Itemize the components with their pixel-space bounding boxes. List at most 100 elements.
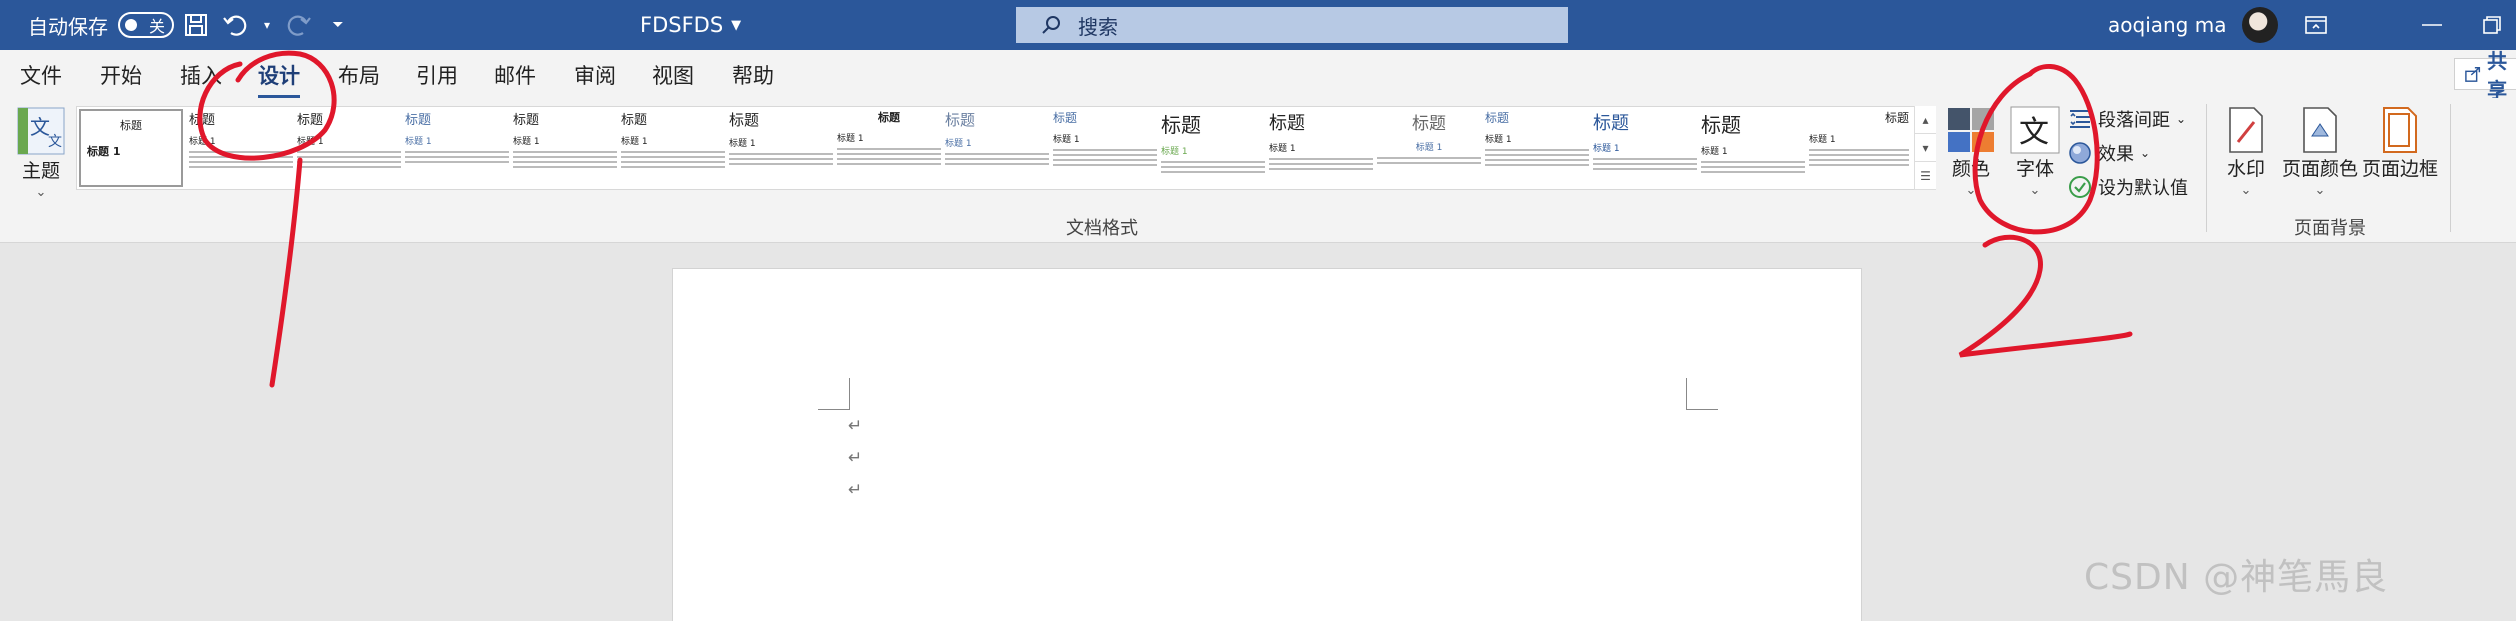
style-heading: 标题 1 [1485, 135, 1512, 145]
style-set-item[interactable]: 标题 标题 1 [837, 109, 941, 187]
style-title: 标题 [1161, 113, 1201, 137]
page-borders-button[interactable]: 页面边框 [2362, 106, 2438, 181]
chevron-down-icon: ⌄ [2240, 183, 2252, 198]
gallery-more-icon[interactable]: ☰ [1915, 162, 1936, 190]
style-title: 标题 [729, 111, 760, 129]
tab-file[interactable]: 文件 [20, 60, 62, 90]
quick-access-toolbar: ▾ ⏷ [176, 0, 358, 50]
style-heading: 标题 1 [1809, 135, 1836, 145]
paragraph-mark: ↵ [848, 448, 863, 468]
style-title: 标题 [297, 113, 324, 128]
tab-help[interactable]: 帮助 [732, 60, 774, 90]
style-set-item[interactable]: 标题标题 1 [1809, 109, 1909, 187]
watermark-icon [2229, 107, 2263, 153]
tab-insert[interactable]: 插入 [180, 60, 222, 90]
style-title: 标题 [1884, 111, 1909, 125]
customize-toolbar-icon[interactable]: ⏷ [318, 5, 358, 45]
tab-home[interactable]: 开始 [100, 60, 142, 90]
document-title[interactable]: FDSFDS ▼ [640, 0, 741, 50]
tab-mailings[interactable]: 邮件 [494, 60, 536, 90]
style-set-item[interactable]: 标题标题 1 [729, 109, 833, 187]
style-set-item[interactable]: 标题标题 1 [1269, 109, 1373, 187]
style-title: 标题 [1485, 111, 1510, 125]
avatar[interactable] [2242, 7, 2279, 43]
minimize-icon[interactable] [2402, 0, 2462, 50]
restore-icon[interactable] [2462, 0, 2516, 50]
margin-corner-top-right [1686, 378, 1718, 410]
style-heading: 标题 1 [1269, 144, 1296, 154]
style-heading: 标题 1 [945, 139, 972, 149]
themes-button[interactable]: 文 文 主题 ⌄ [16, 106, 66, 200]
tab-view[interactable]: 视图 [652, 60, 694, 90]
style-set-item[interactable]: 标题 标题 1 [1593, 109, 1697, 187]
group-separator [2450, 104, 2451, 232]
style-title: 标题 [189, 113, 216, 128]
style-title: 标题 [405, 113, 432, 128]
style-heading: 标题 1 [405, 137, 432, 147]
set-as-default-button[interactable]: 设为默认值 [2068, 174, 2188, 200]
autosave-control[interactable]: 自动保存 关 [28, 0, 174, 50]
share-button[interactable]: 共享 [2454, 49, 2516, 102]
style-set-item[interactable]: 标题 标题 1 [79, 109, 183, 187]
style-set-item[interactable]: 标题 标题 1 [1053, 109, 1157, 187]
ribbon-design: 文 文 主题 ⌄ 标题 标题 1 标题标题 1 标题标题 1 标题标题 1 标题… [0, 98, 2516, 243]
user-account[interactable]: aoqiang ma [2108, 0, 2279, 50]
fonts-icon: 文 [2010, 106, 2060, 154]
tab-review[interactable]: 审阅 [574, 60, 616, 90]
color-palette-icon [1948, 108, 1994, 152]
chevron-down-icon: ▼ [731, 17, 742, 33]
chevron-down-icon: ⌄ [2029, 183, 2041, 198]
style-title: 标题 [513, 113, 540, 128]
tab-design[interactable]: 设计 [258, 60, 300, 98]
style-title: 标题 [621, 113, 648, 128]
style-set-item[interactable]: 标题标题 1 [1485, 109, 1589, 187]
svg-text:文: 文 [30, 115, 50, 139]
undo-dropdown-icon[interactable]: ▾ [256, 5, 278, 45]
style-title: 标题 [1269, 113, 1305, 134]
style-title: 标题 [120, 119, 142, 132]
page-color-button[interactable]: 页面颜色 ⌄ [2282, 106, 2358, 198]
set-as-default-label: 设为默认值 [2098, 178, 2188, 199]
style-set-item[interactable]: 标题 标题 1 [945, 109, 1049, 187]
fonts-button[interactable]: 文 字体 ⌄ [2010, 106, 2060, 198]
style-set-item[interactable]: 标题 标题 1 [621, 109, 725, 187]
watermark-button[interactable]: 水印 ⌄ [2226, 106, 2266, 198]
autosave-toggle[interactable]: 关 [118, 12, 174, 38]
chevron-down-icon: ⌄ [2140, 146, 2151, 160]
ribbon-display-options-icon[interactable] [2286, 0, 2346, 50]
checkmark-icon [2069, 176, 2091, 198]
autosave-state: 关 [148, 17, 165, 36]
chevron-down-icon: ⌄ [1965, 183, 1977, 198]
style-set-item[interactable]: 标题标题 1 [189, 109, 293, 187]
themes-icon: 文 文 [17, 107, 65, 155]
save-icon[interactable] [176, 5, 216, 45]
style-title: 标题 [1412, 114, 1446, 134]
style-title: 标题 [878, 111, 900, 124]
style-set-item[interactable]: 标题标题 1 [513, 109, 617, 187]
document-page[interactable] [672, 268, 1862, 621]
paragraph-spacing-button[interactable]: 段落间距 ⌄ [2068, 106, 2186, 132]
page-borders-icon [2383, 107, 2417, 153]
tab-layout[interactable]: 布局 [338, 60, 380, 90]
svg-text:文: 文 [2019, 115, 2049, 150]
gallery-scroll-up-icon[interactable]: ▴ [1915, 106, 1936, 134]
page-color-icon [2303, 107, 2337, 153]
style-heading: 标题 1 [513, 137, 540, 147]
style-set-item[interactable]: 标题 标题 1 [1377, 109, 1481, 187]
style-set-item[interactable]: 标题 标题 1 [1701, 109, 1805, 187]
effects-button[interactable]: 效果 ⌄ [2068, 140, 2150, 166]
style-set-gallery[interactable]: 标题 标题 1 标题 标题 1 标题 标题 1 标题 标题 1 标题 标题 1 标题 标题… [76, 106, 1934, 190]
tab-references[interactable]: 引用 [416, 60, 458, 90]
undo-icon[interactable] [216, 5, 256, 45]
group-label-document-formatting: 文档格式 [1066, 218, 1138, 239]
search-icon [1042, 16, 1060, 34]
style-set-item[interactable]: 标题 标题 1 [297, 109, 401, 187]
gallery-scroll-down-icon[interactable]: ▾ [1915, 134, 1936, 162]
style-set-item[interactable]: 标题标题 1 [405, 109, 509, 187]
style-heading: 标题 1 [729, 139, 756, 149]
document-title-text: FDSFDS [640, 13, 724, 37]
style-heading: 标题 1 [189, 137, 216, 147]
style-set-item[interactable]: 标题 标题 1 [1161, 109, 1265, 187]
search-box[interactable]: 搜索 [1016, 7, 1568, 43]
colors-button[interactable]: 颜色 ⌄ [1946, 106, 1996, 198]
